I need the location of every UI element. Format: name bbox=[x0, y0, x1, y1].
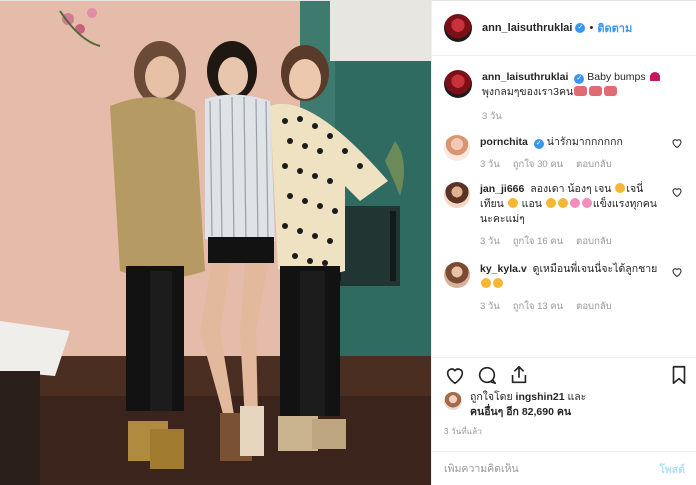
comment-like-count[interactable]: ถูกใจ 13 คน bbox=[513, 299, 563, 314]
post-timestamp[interactable]: 3 วันที่แล้ว bbox=[444, 425, 482, 438]
comment-like-heart-icon[interactable] bbox=[671, 186, 683, 198]
likes-others-count[interactable]: คนอื่นๆ อีก 82,690 คน bbox=[470, 406, 571, 418]
reply-button[interactable]: ตอบกลับ bbox=[576, 157, 612, 172]
face-emoji-icon bbox=[557, 198, 568, 208]
comment-body: pornchita ✓ น่ารักมากกกกกก 3 วัน ถูกใจ 30… bbox=[480, 135, 667, 172]
comment-time[interactable]: 3 วัน bbox=[480, 299, 500, 314]
likes-and: และ bbox=[564, 391, 587, 403]
likes-text: ถูกใจโดย ingshin21 และ คนอื่นๆ อีก 82,69… bbox=[470, 390, 670, 420]
verified-badge-icon: ✓ bbox=[575, 23, 586, 33]
face-emoji-icon bbox=[481, 278, 491, 288]
liker-username[interactable]: ingshin21 bbox=[516, 391, 565, 403]
share-icon[interactable] bbox=[508, 364, 530, 386]
comment-meta: 3 วัน ถูกใจ 16 คน ตอบกลับ bbox=[480, 234, 667, 249]
comment-like-count[interactable]: ถูกใจ 30 คน bbox=[513, 157, 563, 172]
comment-username[interactable]: jan_ji666 bbox=[480, 183, 524, 195]
commenter-avatar[interactable] bbox=[444, 262, 470, 288]
author-username[interactable]: ann_laisuthruklai bbox=[482, 22, 572, 34]
instagram-post-window: ann_laisuthruklai ✓ • ติดตาม ann_laisuth… bbox=[0, 0, 696, 485]
follow-button[interactable]: ติดตาม bbox=[597, 19, 632, 37]
commenter-avatar[interactable] bbox=[444, 182, 470, 208]
comment-text-part3: แอน bbox=[518, 198, 545, 210]
comment-body: jan_ji666 ลองเดา น้องๆ เจน เจนี่เทียน แอ… bbox=[480, 182, 667, 249]
commenter-avatar[interactable] bbox=[444, 135, 470, 161]
face-emoji-icon bbox=[507, 198, 518, 208]
likes-summary: ถูกใจโดย ingshin21 และ คนอื่นๆ อีก 82,69… bbox=[444, 390, 670, 420]
heart-emoji-icon bbox=[649, 72, 660, 81]
post-photo-image bbox=[0, 1, 431, 485]
flower-emoji-icon bbox=[569, 198, 580, 208]
pig-emoji-icon bbox=[589, 86, 603, 96]
add-comment-bar: โพสต์ bbox=[432, 451, 696, 485]
reply-button[interactable]: ตอบกลับ bbox=[576, 299, 612, 314]
comment-item: ky_kyla.v ดูเหมือนพี่เจนนี่จะได้ลูกชาย 3… bbox=[432, 249, 696, 314]
post-sidebar: ann_laisuthruklai ✓ • ติดตาม ann_laisuth… bbox=[431, 1, 696, 485]
caption-time[interactable]: 3 วัน bbox=[482, 109, 502, 124]
caption-text-part1: Baby bumps bbox=[584, 71, 649, 83]
comment-item: pornchita ✓ น่ารักมากกกกกก 3 วัน ถูกใจ 30… bbox=[432, 124, 696, 172]
comment-time[interactable]: 3 วัน bbox=[480, 234, 500, 249]
comment-username[interactable]: pornchita bbox=[480, 136, 528, 148]
verified-badge-icon: ✓ bbox=[574, 74, 585, 84]
post-header: ann_laisuthruklai ✓ • ติดตาม bbox=[432, 1, 696, 56]
face-emoji-icon bbox=[545, 198, 556, 208]
like-heart-icon[interactable] bbox=[444, 364, 466, 386]
pig-emoji-icon bbox=[574, 86, 588, 96]
comment-text-part1: ลองเดา น้องๆ เจน bbox=[527, 183, 615, 195]
caption-avatar[interactable] bbox=[444, 70, 472, 98]
comment-username[interactable]: ky_kyla.v bbox=[480, 263, 527, 275]
liked-by-prefix: ถูกใจโดย bbox=[470, 391, 516, 403]
verified-badge-icon: ✓ bbox=[533, 139, 544, 149]
face-emoji-icon bbox=[493, 278, 503, 288]
comment-bubble-icon[interactable] bbox=[476, 364, 498, 386]
caption-text-part2: พุงกลมๆของเรา3คน bbox=[482, 86, 574, 98]
caption-username[interactable]: ann_laisuthruklai bbox=[482, 71, 568, 83]
comment-text: ดูเหมือนพี่เจนนี่จะได้ลูกชาย bbox=[529, 263, 658, 275]
header-separator: • bbox=[589, 22, 594, 34]
caption: ann_laisuthruklai ✓ Baby bumps พุงกลมๆของ… bbox=[432, 57, 696, 124]
comment-list[interactable]: ann_laisuthruklai ✓ Baby bumps พุงกลมๆของ… bbox=[432, 57, 696, 357]
comment-time[interactable]: 3 วัน bbox=[480, 157, 500, 172]
comment-text: น่ารักมากกกกกก bbox=[546, 136, 623, 148]
comment-item: jan_ji666 ลองเดา น้องๆ เจน เจนี่เทียน แอ… bbox=[432, 172, 696, 249]
caption-body: ann_laisuthruklai ✓ Baby bumps พุงกลมๆของ… bbox=[482, 70, 667, 124]
face-emoji-icon bbox=[615, 183, 626, 193]
comment-like-heart-icon[interactable] bbox=[671, 137, 683, 149]
reply-button[interactable]: ตอบกลับ bbox=[576, 234, 612, 249]
comment-like-count[interactable]: ถูกใจ 16 คน bbox=[513, 234, 563, 249]
save-bookmark-icon[interactable] bbox=[668, 364, 690, 386]
caption-meta: 3 วัน bbox=[482, 109, 667, 124]
pig-emoji-icon bbox=[604, 86, 618, 96]
post-comment-button[interactable]: โพสต์ bbox=[659, 461, 685, 478]
post-action-bar bbox=[432, 357, 696, 388]
comment-like-heart-icon[interactable] bbox=[671, 266, 683, 278]
post-photo[interactable] bbox=[0, 1, 431, 485]
comment-input[interactable] bbox=[444, 463, 660, 475]
flower-emoji-icon bbox=[581, 198, 592, 208]
comment-body: ky_kyla.v ดูเหมือนพี่เจนนี่จะได้ลูกชาย 3… bbox=[480, 262, 667, 314]
comment-meta: 3 วัน ถูกใจ 30 คน ตอบกลับ bbox=[480, 157, 667, 172]
comment-meta: 3 วัน ถูกใจ 13 คน ตอบกลับ bbox=[480, 299, 667, 314]
author-avatar[interactable] bbox=[444, 14, 472, 42]
liker-avatar[interactable] bbox=[444, 392, 462, 410]
